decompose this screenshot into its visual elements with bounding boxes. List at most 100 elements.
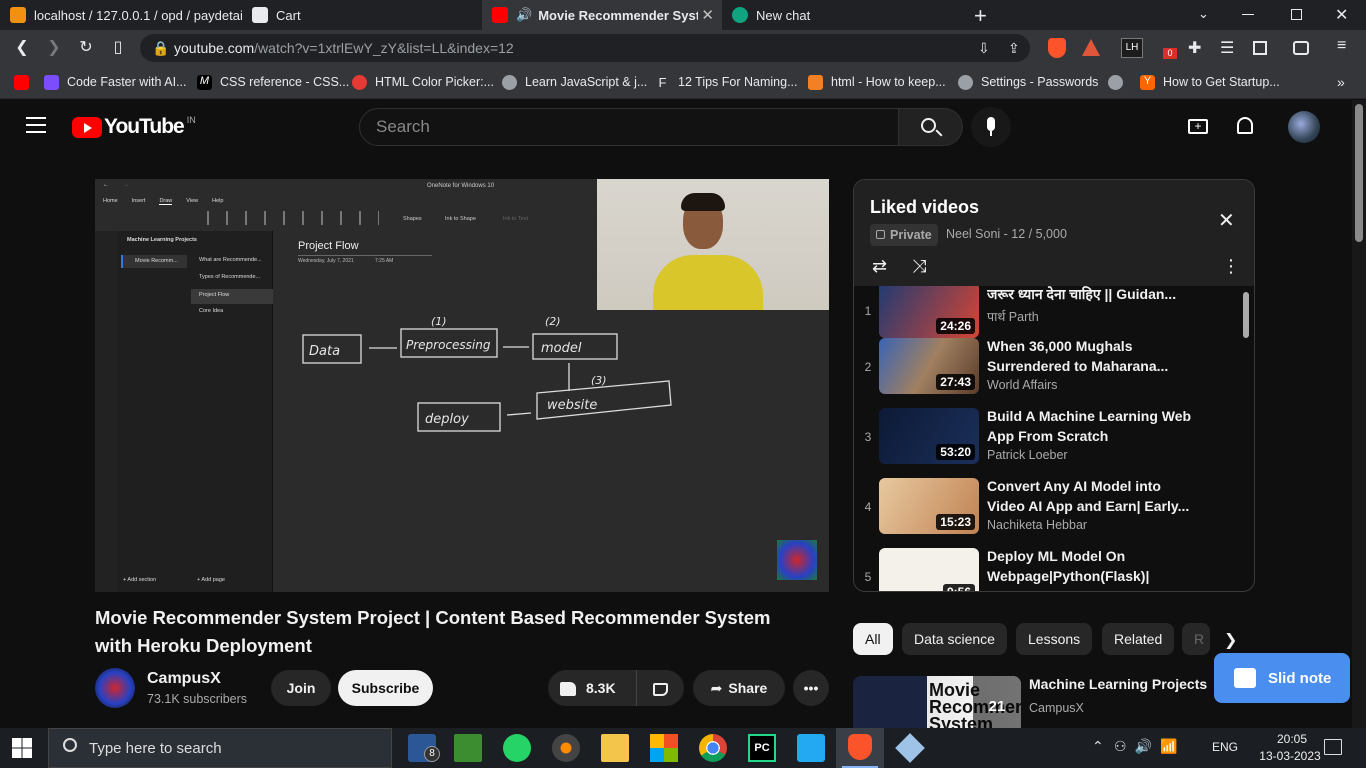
bookmark-html-color-picker[interactable]: HTML Color Picker:... xyxy=(352,73,494,91)
extension-lh-icon[interactable]: LH xyxy=(1121,38,1143,58)
chips-next-icon[interactable]: ❯ xyxy=(1224,630,1237,650)
tab-search-chevron-icon[interactable]: ⌄ xyxy=(1198,6,1209,22)
brave-rewards-icon[interactable] xyxy=(1082,39,1100,56)
tab-cart[interactable]: Cart xyxy=(242,0,482,30)
chrome-icon[interactable] xyxy=(699,734,727,762)
video-thumbnail[interactable]: 27:43 xyxy=(879,338,979,394)
whatsapp-icon[interactable] xyxy=(503,734,531,762)
extensions-puzzle-icon[interactable]: ✚ xyxy=(1188,38,1201,58)
loop-icon[interactable]: ⇄ xyxy=(872,256,887,277)
related-channel[interactable]: CampusX xyxy=(1029,701,1084,715)
voice-search-button[interactable] xyxy=(971,107,1011,147)
more-bookmarks-icon[interactable]: » xyxy=(1337,73,1345,91)
create-video-icon[interactable]: + xyxy=(1188,119,1208,134)
pycharm-icon[interactable]: PC xyxy=(748,734,776,762)
like-button[interactable]: 8.3K xyxy=(548,670,636,706)
bookmark-startup[interactable]: Y How to Get Startup... xyxy=(1140,73,1280,91)
share-button[interactable]: ➦ Share xyxy=(693,670,785,706)
lock-icon[interactable]: 🔒 xyxy=(152,34,169,62)
chip-all[interactable]: All xyxy=(853,623,893,655)
playlist-title[interactable]: Liked videos xyxy=(870,197,979,218)
bookmark-css-reference[interactable]: M CSS reference - CSS... xyxy=(197,73,349,91)
share-page-icon[interactable]: ⇪ xyxy=(1008,34,1020,62)
back-icon[interactable]: ❮ xyxy=(12,38,32,58)
brave-shields-icon[interactable] xyxy=(1048,38,1066,58)
audio-playing-icon[interactable]: 🔊 xyxy=(516,7,532,23)
search-input[interactable]: Search xyxy=(359,108,899,146)
dislike-button[interactable] xyxy=(636,670,684,706)
vscode-icon[interactable] xyxy=(797,734,825,762)
extension-badge-icon[interactable]: 0 xyxy=(1163,48,1177,59)
hamburger-menu-icon[interactable] xyxy=(26,117,46,133)
wallet-icon[interactable] xyxy=(1293,41,1309,55)
channel-name[interactable]: CampusX xyxy=(147,670,221,688)
page-scrollbar[interactable] xyxy=(1352,100,1366,728)
list-item[interactable]: 1 24:26 जरूर ध्यान देना चाहिए || Guidan.… xyxy=(854,286,1244,342)
3d-box-app-icon[interactable] xyxy=(895,733,925,763)
chip-related[interactable]: Related xyxy=(1102,623,1175,655)
list-item[interactable]: 2 27:43 When 36,000 Mughals Surrendered … xyxy=(854,336,1244,398)
sidebar-icon[interactable] xyxy=(1253,41,1267,55)
close-tab-icon[interactable]: ✕ xyxy=(701,6,714,24)
chip-lessons[interactable]: Lessons xyxy=(1016,623,1093,655)
forward-icon[interactable]: ❯ xyxy=(44,38,64,58)
windows-start-icon[interactable] xyxy=(12,738,32,758)
search-button[interactable] xyxy=(899,108,963,146)
globe-bookmark-icon[interactable] xyxy=(1108,73,1123,91)
chip-more[interactable]: R xyxy=(1182,623,1210,655)
minimize-icon[interactable] xyxy=(1242,14,1254,15)
bookmark-html-how-to-keep[interactable]: html - How to keep... xyxy=(808,73,946,91)
reload-icon[interactable]: ↻ xyxy=(76,38,96,58)
chip-data-science[interactable]: Data science xyxy=(902,623,1007,655)
file-explorer-icon[interactable] xyxy=(601,734,629,762)
close-window-icon[interactable]: ✕ xyxy=(1335,5,1348,25)
notifications-center-icon[interactable] xyxy=(1324,739,1342,755)
playlist-scrollbar[interactable] xyxy=(1243,292,1249,338)
new-tab-icon[interactable]: + xyxy=(974,3,987,29)
video-thumbnail[interactable]: 9:56 xyxy=(879,548,979,591)
shuffle-icon[interactable]: ⤨ xyxy=(912,256,926,277)
url-bar[interactable]: 🔒 youtube.com/watch?v=1xtrlEwY_zY&list=L… xyxy=(140,34,1030,62)
media-player-icon[interactable] xyxy=(552,734,580,762)
show-hidden-icons[interactable]: ⌃ xyxy=(1092,738,1104,755)
browser-menu-icon[interactable]: ≡ xyxy=(1337,37,1346,55)
youtube-bookmark-icon[interactable] xyxy=(14,73,29,91)
account-avatar[interactable] xyxy=(1288,111,1320,143)
tab-localhost[interactable]: localhost / 127.0.0.1 / opd / paydetails xyxy=(0,0,242,30)
subscribe-button[interactable]: Subscribe xyxy=(338,670,433,706)
join-button[interactable]: Join xyxy=(271,670,331,706)
more-actions-button[interactable]: ••• xyxy=(793,670,829,706)
bookmark-icon[interactable]: ▯ xyxy=(108,38,128,58)
list-item[interactable]: 4 15:23 Convert Any AI Model into Video … xyxy=(854,476,1244,538)
video-thumbnail[interactable]: 15:23 xyxy=(879,478,979,534)
channel-watermark[interactable] xyxy=(777,540,817,580)
tab-new-chat[interactable]: New chat xyxy=(722,0,962,30)
bookmark-code-faster[interactable]: Code Faster with AI... xyxy=(44,73,187,91)
clock-time[interactable]: 20:05 xyxy=(1262,732,1322,746)
channel-avatar[interactable] xyxy=(95,668,135,708)
youtube-logo[interactable]: YouTube IN xyxy=(72,115,196,139)
list-item[interactable]: 3 53:20 Build A Machine Learning Web App… xyxy=(854,406,1244,468)
spreadsheet-app-icon[interactable] xyxy=(454,734,482,762)
media-queue-icon[interactable]: ☰ xyxy=(1220,38,1234,58)
video-player[interactable]: ← → OneNote for Windows 10 Home Insert Dr… xyxy=(95,179,829,592)
bookmark-naming-tips[interactable]: F 12 Tips For Naming... xyxy=(655,73,798,91)
install-app-icon[interactable]: ⇩ xyxy=(978,34,990,62)
language-indicator[interactable]: ENG xyxy=(1212,740,1238,754)
taskbar-search-input[interactable]: Type here to search xyxy=(48,728,392,768)
brave-taskbar-active[interactable] xyxy=(836,728,884,768)
tab-youtube-active[interactable]: 🔊 Movie Recommender System P ✕ xyxy=(482,0,722,30)
playlist-menu-icon[interactable]: ⋮ xyxy=(1222,256,1240,277)
slid-note-button[interactable]: Slid note xyxy=(1214,653,1350,703)
related-title[interactable]: Machine Learning Projects xyxy=(1029,676,1207,692)
notifications-bell-icon[interactable] xyxy=(1237,117,1253,134)
related-thumbnail[interactable]: Movie Recommender System 21 xyxy=(853,676,1021,728)
close-playlist-icon[interactable]: ✕ xyxy=(1218,208,1235,233)
video-thumbnail[interactable]: 24:26 xyxy=(879,286,979,338)
bookmark-settings-passwords[interactable]: Settings - Passwords xyxy=(958,73,1098,91)
bookmark-learn-javascript[interactable]: Learn JavaScript & j... xyxy=(502,73,647,91)
video-thumbnail[interactable]: 53:20 xyxy=(879,408,979,464)
microsoft-store-icon[interactable] xyxy=(650,734,678,762)
restore-icon[interactable] xyxy=(1291,9,1302,20)
clock-date[interactable]: 13-03-2023 xyxy=(1250,749,1330,763)
